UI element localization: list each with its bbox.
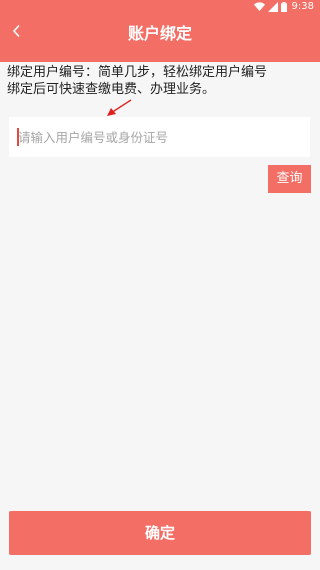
description-line-2: 绑定后可快速查缴电费、办理业务。 [7, 82, 216, 97]
search-input[interactable] [18, 126, 302, 148]
app-header: 9:38 账户绑定 [0, 0, 320, 62]
query-button[interactable]: 查询 [268, 165, 311, 193]
description: 绑定用户编号：简单几步，轻松绑定用户编号 绑定后可快速查缴电费、办理业务。 [7, 64, 313, 98]
status-time: 9:38 [291, 1, 314, 12]
status-bar: 9:38 [0, 0, 320, 14]
status-icons: 9:38 [253, 1, 314, 13]
page-title: 账户绑定 [127, 24, 192, 43]
battery-icon [280, 2, 287, 12]
confirm-button[interactable]: 确定 [9, 511, 311, 555]
wifi-icon [253, 2, 265, 11]
red-arrow-icon [107, 99, 132, 116]
signal-icon [267, 2, 278, 12]
description-line-1: 绑定用户编号：简单几步，轻松绑定用户编号 [7, 65, 268, 80]
text-cursor [17, 128, 19, 146]
